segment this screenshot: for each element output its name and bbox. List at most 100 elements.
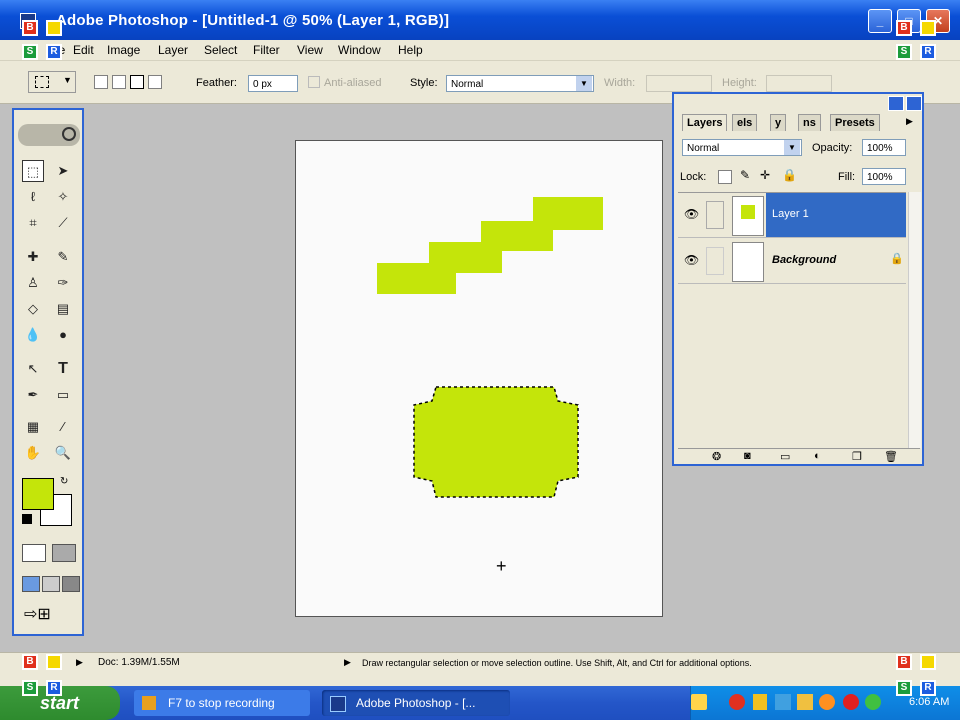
- pen-tool-icon[interactable]: ✒: [22, 384, 44, 406]
- menu-edit[interactable]: Edit: [73, 43, 94, 57]
- layer-row-layer-1[interactable]: 👁 Layer 1: [678, 193, 906, 238]
- adjustment-layer-icon[interactable]: ◐: [814, 450, 821, 462]
- notes-tool-icon[interactable]: ▦: [22, 416, 44, 438]
- type-tool-icon[interactable]: T: [52, 358, 74, 380]
- taskbar-item-photoshop[interactable]: Adobe Photoshop - [...: [322, 690, 510, 716]
- jump-to-imageready-icon[interactable]: ⇨⊞: [24, 604, 74, 624]
- menu-view[interactable]: View: [297, 43, 323, 57]
- network-tray-icon[interactable]: [775, 694, 791, 710]
- menu-filter[interactable]: Filter: [253, 43, 280, 57]
- menu-layer[interactable]: Layer: [158, 43, 188, 57]
- layer-1-name[interactable]: Layer 1: [772, 208, 809, 220]
- tab-paths[interactable]: y: [770, 114, 787, 131]
- layers-scrollbar[interactable]: [908, 192, 921, 448]
- document-canvas[interactable]: +: [295, 140, 663, 617]
- width-input[interactable]: [646, 75, 712, 92]
- move-tool-icon[interactable]: ➤: [52, 160, 74, 182]
- shape-tool-icon[interactable]: ▭: [52, 384, 74, 406]
- doc-info-arrow-icon[interactable]: ▶: [76, 657, 83, 668]
- help-tray-icon[interactable]: [691, 694, 707, 710]
- clock[interactable]: 6:06 AM: [909, 696, 949, 708]
- fill-input[interactable]: 100%: [862, 168, 906, 185]
- quick-mask-mode-icon[interactable]: [52, 544, 76, 562]
- lasso-tool-icon[interactable]: ℓ: [22, 186, 44, 208]
- gradient-tool-icon[interactable]: ▤: [52, 298, 74, 320]
- brush-tool-icon[interactable]: ✎: [52, 246, 74, 268]
- recorder-task-label: F7 to stop recording: [168, 696, 275, 710]
- lock-position-icon[interactable]: ✛: [760, 168, 770, 182]
- messenger-tray-icon[interactable]: [865, 694, 881, 710]
- swap-colors-icon[interactable]: ↻: [60, 476, 68, 487]
- style-select[interactable]: Normal: [446, 75, 594, 92]
- marquee-tool-icon[interactable]: ⬚: [22, 160, 44, 182]
- path-selection-tool-icon[interactable]: ↖: [22, 358, 44, 380]
- stop-tray-icon[interactable]: [843, 694, 859, 710]
- height-input[interactable]: [766, 75, 832, 92]
- feather-input[interactable]: 0 px: [248, 75, 298, 92]
- menu-help[interactable]: Help: [398, 43, 423, 57]
- layer-style-icon[interactable]: ❂: [712, 450, 721, 463]
- full-screen-mode-icon[interactable]: [62, 576, 80, 592]
- tool-preset-picker[interactable]: ▼: [28, 71, 76, 93]
- background-layer-name[interactable]: Background: [772, 254, 836, 266]
- overlay-b-badge-bottom-right: B: [896, 654, 912, 670]
- toolbox: ⬚ ➤ ℓ ✧ ⌗ ⟋ ✚ ✎ ♙ ✑ ◇ ▤ 💧 ● ↖ T ✒ ▭ ▦ ⁄ …: [12, 108, 84, 636]
- lock-image-icon[interactable]: ✎: [740, 168, 750, 182]
- eraser-tool-icon[interactable]: ◇: [22, 298, 44, 320]
- tab-layers[interactable]: Layers: [682, 114, 728, 131]
- menu-window[interactable]: Window: [338, 43, 381, 57]
- tab-channels[interactable]: els: [732, 114, 758, 131]
- delete-layer-icon[interactable]: 🗑: [884, 450, 898, 463]
- panel-minimize-button[interactable]: [888, 96, 904, 111]
- clone-stamp-tool-icon[interactable]: ♙: [22, 272, 44, 294]
- tab-presets[interactable]: Presets: [830, 114, 880, 131]
- standard-mode-icon[interactable]: [22, 544, 46, 562]
- layer-link-box-icon[interactable]: [706, 247, 724, 275]
- crop-tool-icon[interactable]: ⌗: [22, 212, 44, 234]
- eyedropper-tool-icon[interactable]: ⁄: [52, 416, 74, 438]
- new-layer-set-icon[interactable]: ▭: [780, 450, 790, 463]
- blend-mode-dropdown-arrow[interactable]: ▼: [784, 140, 800, 155]
- new-layer-icon[interactable]: ❐: [852, 450, 862, 463]
- panel-close-button[interactable]: [906, 96, 922, 111]
- default-colors-icon[interactable]: [22, 514, 32, 524]
- zoom-tool-icon[interactable]: 🔍: [52, 442, 74, 464]
- healing-brush-tool-icon[interactable]: ✚: [22, 246, 44, 268]
- history-brush-tool-icon[interactable]: ✑: [52, 272, 74, 294]
- layer-brush-link-icon[interactable]: [706, 201, 724, 229]
- minimize-button[interactable]: _: [868, 9, 892, 33]
- intersect-selection-icon[interactable]: [148, 75, 162, 89]
- lock-all-icon[interactable]: 🔒: [782, 168, 797, 182]
- full-screen-menu-mode-icon[interactable]: [42, 576, 60, 592]
- overlay-yellow-badge: [46, 20, 62, 36]
- magic-wand-tool-icon[interactable]: ✧: [52, 186, 74, 208]
- taskbar-item-recorder[interactable]: F7 to stop recording: [134, 690, 310, 716]
- anti-aliased-checkbox[interactable]: [308, 76, 320, 88]
- folder-tray-icon[interactable]: [797, 694, 813, 710]
- visibility-eye-icon[interactable]: 👁: [684, 207, 699, 221]
- overlay-yellow-badge-bottom-right: [920, 654, 936, 670]
- slice-tool-icon[interactable]: ⟋: [52, 212, 74, 234]
- opacity-input[interactable]: 100%: [862, 139, 906, 156]
- tab-history[interactable]: ns: [798, 114, 821, 131]
- lock-transparency-icon[interactable]: [718, 170, 732, 184]
- subtract-from-selection-icon[interactable]: [130, 75, 144, 89]
- layer-row-background[interactable]: 👁 Background 🔒: [678, 239, 906, 284]
- add-to-selection-icon[interactable]: [112, 75, 126, 89]
- dodge-tool-icon[interactable]: ●: [52, 324, 74, 346]
- menu-image[interactable]: Image: [107, 43, 140, 57]
- antivirus-tray-icon[interactable]: [819, 694, 835, 710]
- blur-tool-icon[interactable]: 💧: [22, 324, 44, 346]
- foreground-color-swatch[interactable]: [22, 478, 54, 510]
- menu-select[interactable]: Select: [204, 43, 237, 57]
- new-selection-icon[interactable]: [94, 75, 108, 89]
- visibility-eye-icon[interactable]: 👁: [684, 253, 699, 267]
- status-bar: ▶ Doc: 1.39M/1.55M ▶ Draw rectangular se…: [0, 652, 960, 675]
- layer-mask-icon[interactable]: ◙: [744, 450, 751, 462]
- shield-tray-icon[interactable]: [753, 694, 767, 710]
- hand-tool-icon[interactable]: ✋: [22, 442, 44, 464]
- panel-menu-arrow-icon[interactable]: ▶: [906, 116, 913, 127]
- standard-screen-mode-icon[interactable]: [22, 576, 40, 592]
- security-tray-icon[interactable]: [729, 694, 745, 710]
- style-dropdown-arrow[interactable]: ▼: [576, 76, 592, 91]
